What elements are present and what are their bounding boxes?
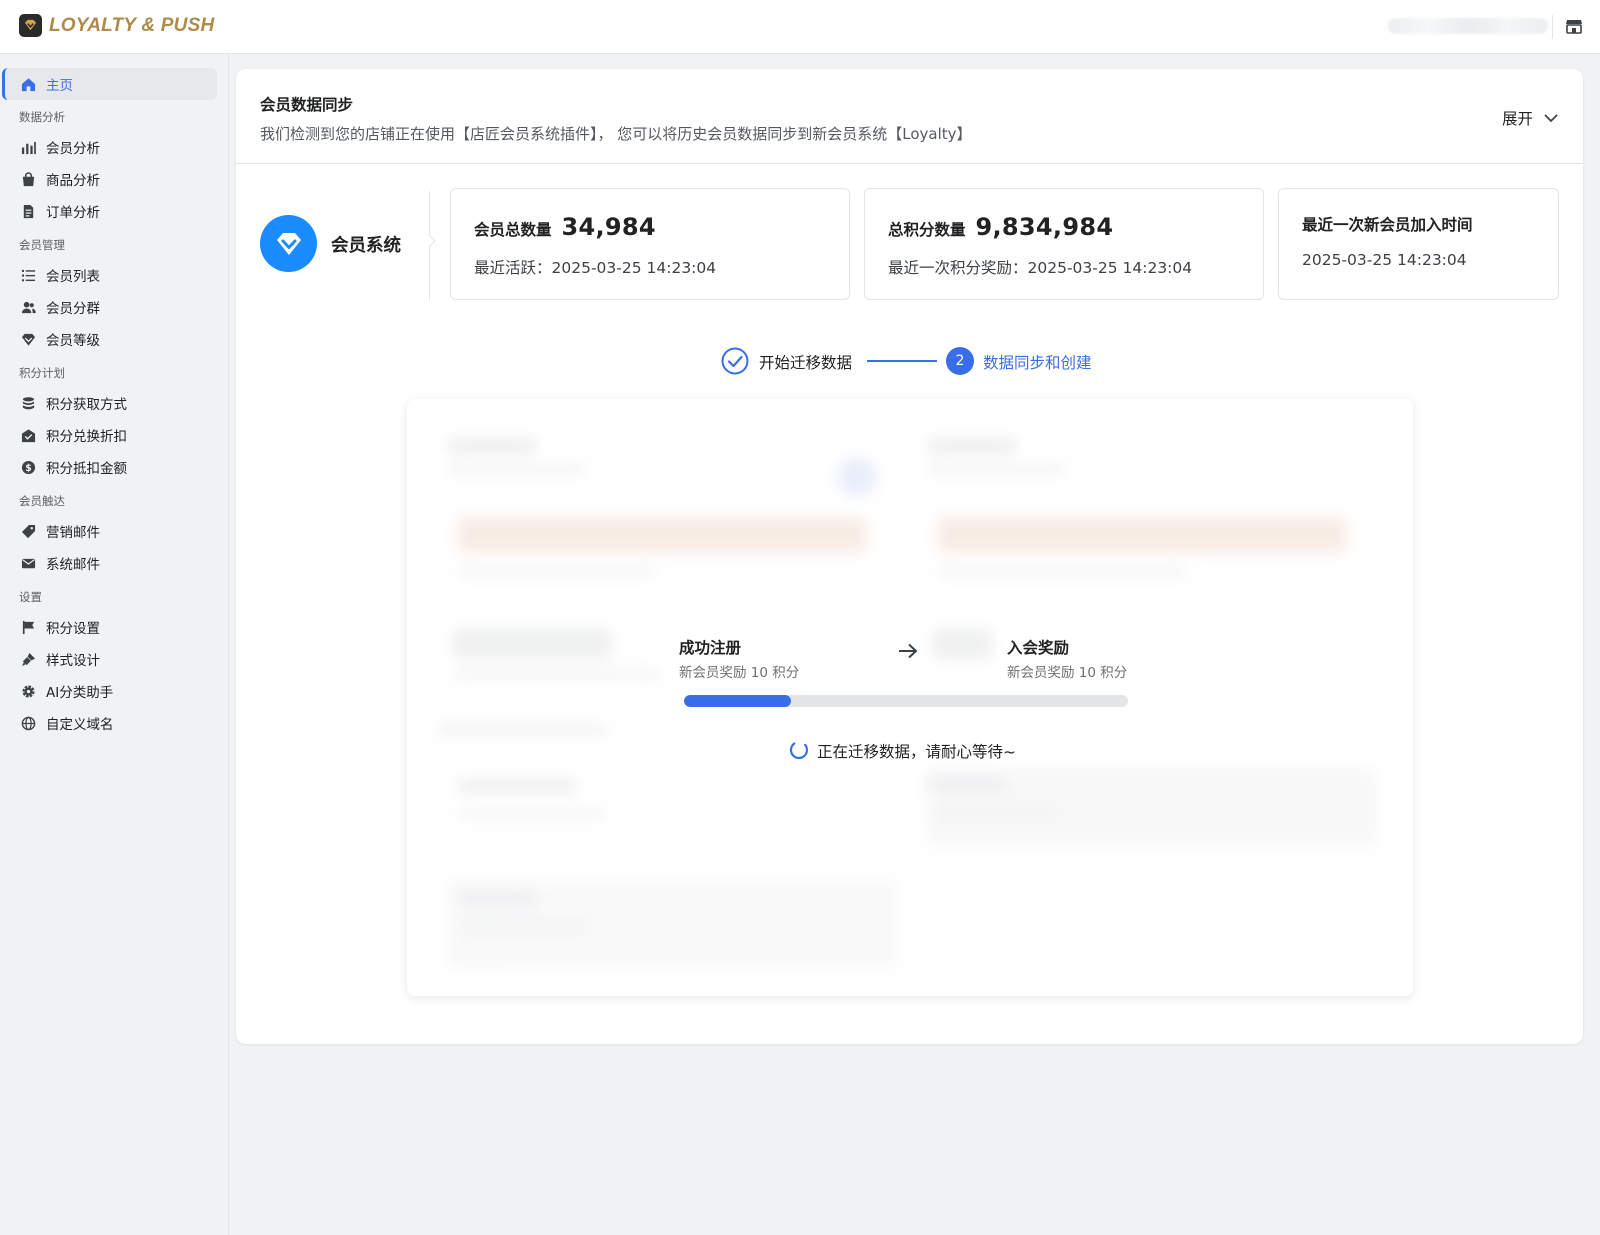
sidebar-item-product-analysis[interactable]: 商品分析 [20, 169, 100, 189]
flow-source-title: 成功注册 [679, 639, 742, 657]
database-icon [20, 395, 36, 411]
sidebar-item-label: 会员分析 [46, 141, 100, 157]
app-logo[interactable]: LOYALTY & PUSH [19, 14, 214, 37]
sidebar-item-label: 积分设置 [46, 621, 100, 637]
bar-chart-icon [20, 139, 36, 155]
sidebar: 主页 数据分析 会员分析 商品分析 订单分析 会员管理 会员列表 会员分群 会员… [0, 54, 229, 1235]
member-system-logo [260, 215, 317, 272]
sidebar-item-label: 样式设计 [46, 653, 100, 669]
sidebar-item-label: 主页 [46, 78, 73, 94]
step-1-label: 开始迁移数据 [759, 354, 853, 372]
discount-icon [20, 427, 36, 443]
step-2-label: 数据同步和创建 [983, 354, 1092, 372]
sidebar-item-custom-domain[interactable]: 自定义域名 [20, 713, 114, 733]
flow-source-subtitle: 新会员奖励 10 积分 [679, 665, 800, 681]
shopping-bag-icon [20, 171, 36, 187]
document-icon [20, 203, 36, 219]
globe-icon [20, 715, 36, 731]
migration-panel: 成功注册 新会员奖励 10 积分 入会奖励 新会员奖励 10 积分 正在迁移数据… [407, 399, 1413, 996]
stat-label: 会员总数量 [474, 221, 552, 239]
sidebar-item-ai-assistant[interactable]: AI分类助手 [20, 681, 113, 701]
logo-text: LOYALTY & PUSH [49, 14, 215, 36]
sidebar-section-analytics: 数据分析 [19, 110, 65, 124]
sidebar-section-members: 会员管理 [19, 238, 65, 252]
chevron-down-icon [1544, 114, 1558, 123]
card-divider [236, 163, 1583, 164]
diamond-icon [20, 331, 36, 347]
sidebar-item-member-segments[interactable]: 会员分群 [20, 297, 100, 317]
sidebar-item-label: AI分类助手 [46, 685, 114, 701]
sidebar-item-label: 会员分群 [46, 301, 100, 317]
sidebar-item-system-email[interactable]: 系统邮件 [20, 553, 100, 573]
expand-button[interactable]: 展开 [1502, 107, 1559, 129]
sidebar-section-points: 积分计划 [19, 366, 65, 380]
stat-card-members: 会员总数量 34,984 最近活跃：2025-03-25 14:23:04 [450, 188, 850, 300]
stat-label: 总积分数量 [888, 221, 966, 239]
sidebar-item-label: 订单分析 [46, 205, 100, 221]
logo-icon [19, 14, 42, 37]
topbar-divider [1552, 15, 1553, 39]
gear-icon [20, 683, 36, 699]
member-sync-card: 会员数据同步 我们检测到您的店铺正在使用【店匠会员系统插件】， 您可以将历史会员… [236, 69, 1583, 1044]
sidebar-item-label: 积分获取方式 [46, 397, 127, 413]
expand-label: 展开 [1501, 110, 1533, 128]
flow-target-title: 入会奖励 [1007, 639, 1070, 657]
flag-icon [20, 619, 36, 635]
sidebar-item-label: 积分兑换折扣 [46, 429, 127, 445]
loading-spinner-icon [789, 740, 809, 760]
stat-detail: 最近一次积分奖励：2025-03-25 14:23:04 [888, 259, 1193, 277]
member-system-name: 会员系统 [331, 236, 401, 256]
card-description: 我们检测到您的店铺正在使用【店匠会员系统插件】， 您可以将历史会员数据同步到新会… [260, 125, 972, 143]
tag-icon [20, 523, 36, 539]
migration-progress-bar [684, 695, 1128, 707]
sidebar-item-label: 商品分析 [46, 173, 100, 189]
migration-status-text: 正在迁移数据，请耐心等待~ [817, 743, 1016, 761]
sidebar-item-points-settings[interactable]: 积分设置 [20, 617, 100, 637]
sidebar-item-marketing-email[interactable]: 营销邮件 [20, 521, 100, 541]
sidebar-item-earn-points[interactable]: 积分获取方式 [20, 393, 127, 413]
list-icon [20, 267, 36, 283]
stat-value: 34,984 [561, 213, 656, 241]
sidebar-item-member-tiers[interactable]: 会员等级 [20, 329, 100, 349]
store-icon[interactable] [1565, 18, 1585, 36]
sidebar-item-member-list[interactable]: 会员列表 [20, 265, 100, 285]
stat-detail: 2025-03-25 14:23:04 [1302, 251, 1467, 269]
sidebar-section-outreach: 会员触达 [19, 494, 65, 508]
system-separator-arrow [424, 235, 436, 247]
stat-card-points: 总积分数量 9,834,984 最近一次积分奖励：2025-03-25 14:2… [864, 188, 1264, 300]
home-icon [20, 76, 36, 92]
card-title: 会员数据同步 [260, 96, 354, 114]
users-icon [20, 299, 36, 315]
arrow-right-icon [897, 642, 919, 660]
sidebar-item-label: 会员等级 [46, 333, 100, 349]
check-circle-icon [721, 347, 749, 375]
sidebar-item-redeem-discount[interactable]: 积分兑换折扣 [20, 425, 127, 445]
sidebar-item-order-analysis[interactable]: 订单分析 [20, 201, 100, 221]
sidebar-item-points-deduction[interactable]: $ 积分抵扣金额 [20, 457, 127, 477]
stat-card-last-join: 最近一次新会员加入时间 2025-03-25 14:23:04 [1278, 188, 1559, 300]
dollar-icon: $ [20, 459, 36, 475]
step-connector [867, 360, 937, 362]
sidebar-item-label: 系统邮件 [46, 557, 100, 573]
flow-target-subtitle: 新会员奖励 10 积分 [1007, 665, 1128, 681]
account-name-blurred[interactable] [1388, 18, 1548, 34]
sidebar-item-label: 自定义域名 [46, 717, 114, 733]
sidebar-item-label: 营销邮件 [46, 525, 100, 541]
step-2-number: 2 [946, 347, 974, 375]
mail-icon [20, 555, 36, 571]
sidebar-item-home[interactable]: 主页 [20, 74, 73, 94]
diamond-icon [276, 232, 301, 255]
brush-icon [20, 651, 36, 667]
sidebar-item-member-analysis[interactable]: 会员分析 [20, 137, 100, 157]
svg-text:$: $ [25, 462, 32, 473]
progress-fill [684, 695, 791, 707]
sidebar-section-settings: 设置 [19, 590, 42, 604]
sidebar-item-style-design[interactable]: 样式设计 [20, 649, 100, 669]
top-bar: LOYALTY & PUSH [0, 0, 1600, 54]
sidebar-item-label: 会员列表 [46, 269, 100, 285]
stat-label: 最近一次新会员加入时间 [1302, 216, 1473, 234]
sidebar-item-label: 积分抵扣金额 [46, 461, 127, 477]
stat-detail: 最近活跃：2025-03-25 14:23:04 [474, 259, 717, 277]
stat-value: 9,834,984 [975, 213, 1114, 241]
